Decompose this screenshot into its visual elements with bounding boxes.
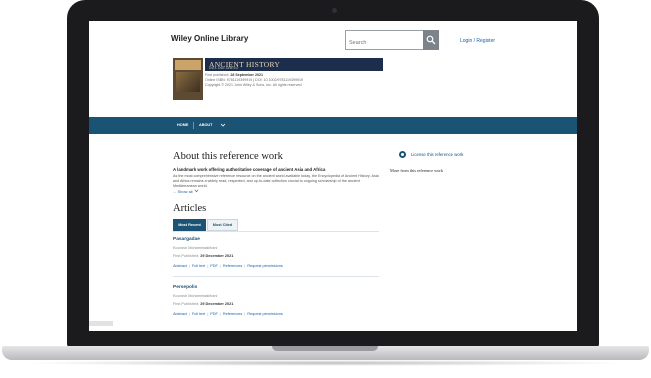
references-link[interactable]: References — [223, 264, 242, 268]
tabs-divider — [173, 231, 379, 232]
full-text-link[interactable]: Full text — [192, 264, 205, 268]
request-permissions-link[interactable]: Request permissions — [247, 264, 282, 268]
show-all-link[interactable]: ... Show all — [173, 189, 199, 194]
laptop-shadow — [20, 360, 631, 366]
book-title-banner: ANCIENT HISTORY ASIA AND AFRICA — [205, 58, 383, 71]
references-link[interactable]: References — [223, 312, 242, 316]
about-title: About this reference work — [173, 151, 283, 162]
about-lead: A landmark work offering authoritative c… — [173, 167, 326, 172]
full-text-link[interactable]: Full text — [192, 312, 205, 316]
nav-bar: HOME ABOUT — [89, 117, 577, 134]
license-link[interactable]: License this reference work — [411, 152, 463, 157]
article-date: First Published: 29 December 2021 — [173, 302, 234, 306]
article-author[interactable]: Kourosh Mohammadkhani — [173, 294, 217, 298]
book-subtitle: ASIA AND AFRICA — [209, 67, 239, 70]
pdf-link[interactable]: PDF — [210, 264, 218, 268]
laptop-notch — [272, 346, 378, 351]
article-title-persepolis[interactable]: Persepolis — [173, 285, 197, 290]
browser-screen: Wiley Online Library Login / Register AN… — [89, 21, 577, 331]
site-logo[interactable]: Wiley Online Library — [171, 34, 248, 43]
book-cover-image — [173, 58, 203, 100]
article-links: Abstract | Full text | PDF | References | Reques… — [173, 312, 283, 316]
nav-about[interactable]: ABOUT — [199, 123, 213, 127]
abstract-link[interactable]: Abstract — [173, 312, 187, 316]
site-header: Wiley Online Library Login / Register — [89, 21, 577, 59]
article-date: First Published: 29 December 2021 — [173, 254, 234, 258]
book-published: First published: 28 September 2021 — [205, 73, 263, 77]
nav-divider — [193, 122, 194, 129]
request-permissions-link[interactable]: Request permissions — [247, 312, 282, 316]
more-from-label: More from this reference work — [390, 168, 443, 173]
articles-title: Articles — [173, 203, 207, 214]
chevron-down-icon — [194, 189, 199, 193]
tab-most-recent[interactable]: Most Recent — [173, 219, 206, 231]
article-author[interactable]: Kourosh Mohammadkhani — [173, 246, 217, 250]
search-button[interactable] — [423, 30, 439, 50]
login-register-link[interactable]: Login / Register — [460, 38, 495, 44]
license-icon[interactable] — [399, 151, 406, 158]
search-icon — [426, 35, 436, 45]
article-divider — [173, 276, 379, 277]
article-links: Abstract | Full text | PDF | References | Reques… — [173, 264, 283, 268]
abstract-link[interactable]: Abstract — [173, 264, 187, 268]
book-isbn: Online ISBN: 9781119399919 | DOI: 10.100… — [205, 78, 303, 82]
book-copyright: Copyright © 2021 John Wiley & Sons, Inc.… — [205, 83, 303, 87]
chevron-down-icon[interactable] — [220, 122, 226, 128]
pdf-link[interactable]: PDF — [210, 312, 218, 316]
camera-icon — [332, 8, 337, 13]
tab-most-cited[interactable]: Most Cited — [207, 219, 238, 231]
corner-tag — [89, 321, 113, 326]
article-title-pasargadae[interactable]: Pasargadae — [173, 237, 200, 242]
nav-home[interactable]: HOME — [177, 123, 188, 127]
about-description: As the most comprehensive reference reso… — [173, 174, 379, 188]
search-input[interactable] — [349, 35, 419, 51]
